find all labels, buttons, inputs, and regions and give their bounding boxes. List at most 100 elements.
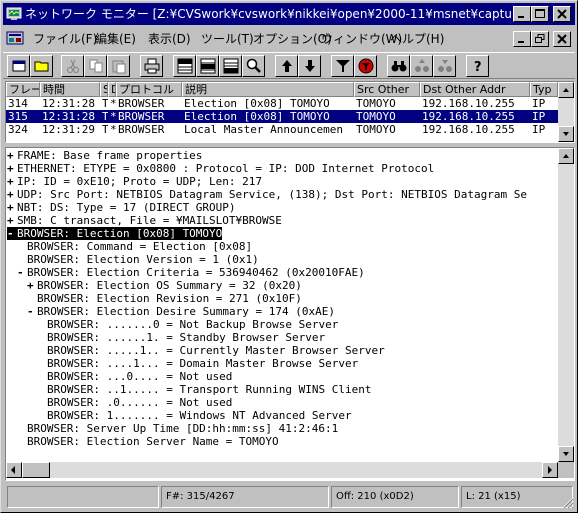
pane-summary-button[interactable] [173, 55, 196, 77]
capture-window-icon[interactable] [6, 31, 24, 47]
new-button[interactable] [7, 55, 30, 77]
paste-button[interactable] [107, 55, 130, 77]
detail-tree-line[interactable]: BROWSER: .0...... = Not used [37, 396, 232, 409]
paste-icon [112, 60, 126, 74]
detail-line-text: UDP: Src Port: NETBIOS Datagram Service,… [17, 188, 527, 201]
pane-detail-button[interactable] [196, 55, 219, 77]
expand-icon[interactable]: + [7, 214, 17, 227]
cut-button[interactable] [61, 55, 84, 77]
detail-vertical-scrollbar[interactable] [558, 148, 574, 462]
resize-grip-icon[interactable] [562, 497, 574, 509]
detail-tree-line[interactable]: BROWSER: 1....... = Windows NT Advanced … [37, 409, 352, 422]
find-next-icon [438, 60, 452, 72]
scroll-right-button[interactable] [542, 462, 558, 478]
frame-list-row[interactable]: 315 12:31:28 T * BROWSER Election [0x08] TOMO… [6, 110, 558, 123]
frame-list-row[interactable]: 314 12:31:28 T * BROWSER Election [0x08] TOMO… [6, 97, 558, 110]
column-header-time[interactable]: 時間 [40, 82, 100, 97]
column-header-src-other[interactable]: Src Other [354, 82, 420, 97]
previous-frame-button[interactable] [275, 55, 298, 77]
cell-src-other: TOMOYO [356, 97, 396, 110]
copy-button[interactable] [84, 55, 107, 77]
detail-tree-line[interactable]: + FRAME: Base frame properties [7, 149, 202, 162]
detail-tree-line[interactable]: + IP: ID = 0xE10; Proto = UDP; Len: 217 [7, 175, 262, 188]
detail-tree-line[interactable]: BROWSER: Election Server Name = TOMOYO [17, 435, 279, 448]
detail-tree-line[interactable]: + SMB: C transact, File = ¥MAILSLOT¥BROWS… [7, 214, 282, 227]
detail-tree-line[interactable]: BROWSER: Server Up Time [DD:hh:mm:ss] 41… [17, 422, 338, 435]
collapse-icon[interactable]: - [17, 266, 27, 279]
close-icon [557, 9, 567, 19]
scroll-up-button[interactable] [558, 148, 574, 164]
scroll-down-button[interactable] [558, 446, 574, 462]
detail-tree-line[interactable]: BROWSER: ...0.... = Not used [37, 370, 232, 383]
child-close-button[interactable] [553, 31, 571, 47]
cell-dst-other-addr: 192.168.10.255 [422, 123, 515, 136]
expand-icon[interactable]: + [27, 279, 37, 292]
expand-icon[interactable]: + [7, 175, 17, 188]
pane-hex-button[interactable] [219, 55, 242, 77]
detail-tree-line[interactable]: BROWSER: .......0 = Not Backup Browse Se… [37, 318, 338, 331]
zoom-button[interactable] [242, 55, 265, 77]
detail-tree-line[interactable]: - BROWSER: Election [0x08] TOMOYO [7, 227, 223, 240]
detail-tree-line[interactable]: + ETHERNET: ETYPE = 0x0800 : Protocol = I… [7, 162, 434, 175]
column-header-src[interactable]: S [100, 82, 108, 97]
detail-tree-line[interactable]: BROWSER: Election Version = 1 (0x1) [17, 253, 259, 266]
next-frame-button[interactable] [298, 55, 321, 77]
find-prev-button[interactable] [410, 55, 433, 77]
find-next-button[interactable] [433, 55, 456, 77]
column-header-type[interactable]: Typ [530, 82, 558, 97]
expand-icon[interactable]: + [7, 162, 17, 175]
minimize-icon [518, 16, 524, 18]
detail-tree-line[interactable]: BROWSER: .....1.. = Currently Master Bro… [37, 344, 385, 357]
detail-tree-line[interactable]: - BROWSER: Election Criteria = 536940462 … [17, 266, 365, 279]
detail-tree-line[interactable]: BROWSER: Command = Election [0x08] [17, 240, 252, 253]
print-button[interactable] [140, 55, 163, 77]
detail-line-text: SMB: C transact, File = ¥MAILSLOT¥BROWSE [17, 214, 282, 227]
menu-help[interactable]: ヘルプ(H) [390, 31, 444, 47]
frame-list-scrollbar[interactable] [558, 82, 574, 142]
child-restore-button[interactable] [531, 31, 549, 47]
scroll-left-button[interactable] [6, 462, 22, 478]
scroll-up-button[interactable] [558, 82, 574, 98]
open-button[interactable] [30, 55, 53, 77]
cell-dst-other-addr: 192.168.10.255 [422, 97, 515, 110]
detail-tree-line[interactable]: BROWSER: ....1... = Domain Master Browse… [37, 357, 358, 370]
expand-icon[interactable]: + [7, 188, 17, 201]
expand-icon[interactable]: + [7, 201, 17, 214]
column-header-description[interactable]: 説明 [182, 82, 354, 97]
arrow-down-icon [305, 60, 315, 72]
detail-horizontal-scrollbar[interactable] [6, 462, 558, 478]
minimize-button[interactable] [513, 6, 531, 22]
help-button[interactable]: ? [466, 55, 489, 77]
frame-list-row[interactable]: 324 12:31:29 T * BROWSER Local Master Announc… [6, 123, 558, 136]
detail-line-text: BROWSER: ....1... = Domain Master Browse… [47, 357, 359, 370]
detail-tree-line[interactable]: BROWSER: ..1..... = Transport Running WI… [37, 383, 372, 396]
menu-tools[interactable]: ツール(T) [201, 31, 254, 47]
column-header-protocol[interactable]: プロトコル [116, 82, 182, 97]
filter-button[interactable] [331, 55, 354, 77]
detail-tree-line[interactable]: - BROWSER: Election Desire Summary = 174 … [27, 305, 335, 318]
detail-tree-line[interactable]: + BROWSER: Election OS Summary = 32 (0x20… [27, 279, 302, 292]
display-filter-off-button[interactable] [354, 55, 377, 77]
scroll-down-button[interactable] [558, 126, 574, 142]
detail-tree-line[interactable]: + UDP: Src Port: NETBIOS Datagram Service… [7, 188, 527, 201]
collapse-icon[interactable]: - [7, 227, 17, 240]
child-minimize-button[interactable] [513, 31, 531, 47]
menu-view[interactable]: 表示(D) [148, 31, 191, 47]
column-header-frame[interactable]: フレーム [6, 82, 40, 97]
menu-file[interactable]: ファイル(F) [33, 31, 97, 47]
menu-edit[interactable]: 編集(E) [95, 31, 136, 47]
expand-icon[interactable]: + [7, 149, 17, 162]
column-header-dst[interactable]: D [108, 82, 116, 97]
title-bar[interactable]: ネットワーク モニター [Z:¥CVSwork¥cvswork¥nikkei¥o… [3, 3, 575, 25]
collapse-icon[interactable]: - [27, 305, 37, 318]
close-button[interactable] [553, 6, 571, 22]
menu-options[interactable]: オプション(O) [253, 31, 332, 47]
detail-tree-line[interactable]: + NBT: DS: Type = 17 (DIRECT GROUP) [7, 201, 236, 214]
column-header-dst-other-addr[interactable]: Dst Other Addr [420, 82, 530, 97]
maximize-button[interactable] [531, 6, 549, 22]
detail-tree-line[interactable]: BROWSER: Election Revision = 271 (0x10F) [27, 292, 302, 305]
horizontal-scroll-thumb[interactable] [22, 462, 50, 478]
find-button[interactable] [387, 55, 410, 77]
minimize-icon [518, 41, 524, 43]
detail-tree-line[interactable]: BROWSER: ......1. = Standby Browser Serv… [37, 331, 325, 344]
